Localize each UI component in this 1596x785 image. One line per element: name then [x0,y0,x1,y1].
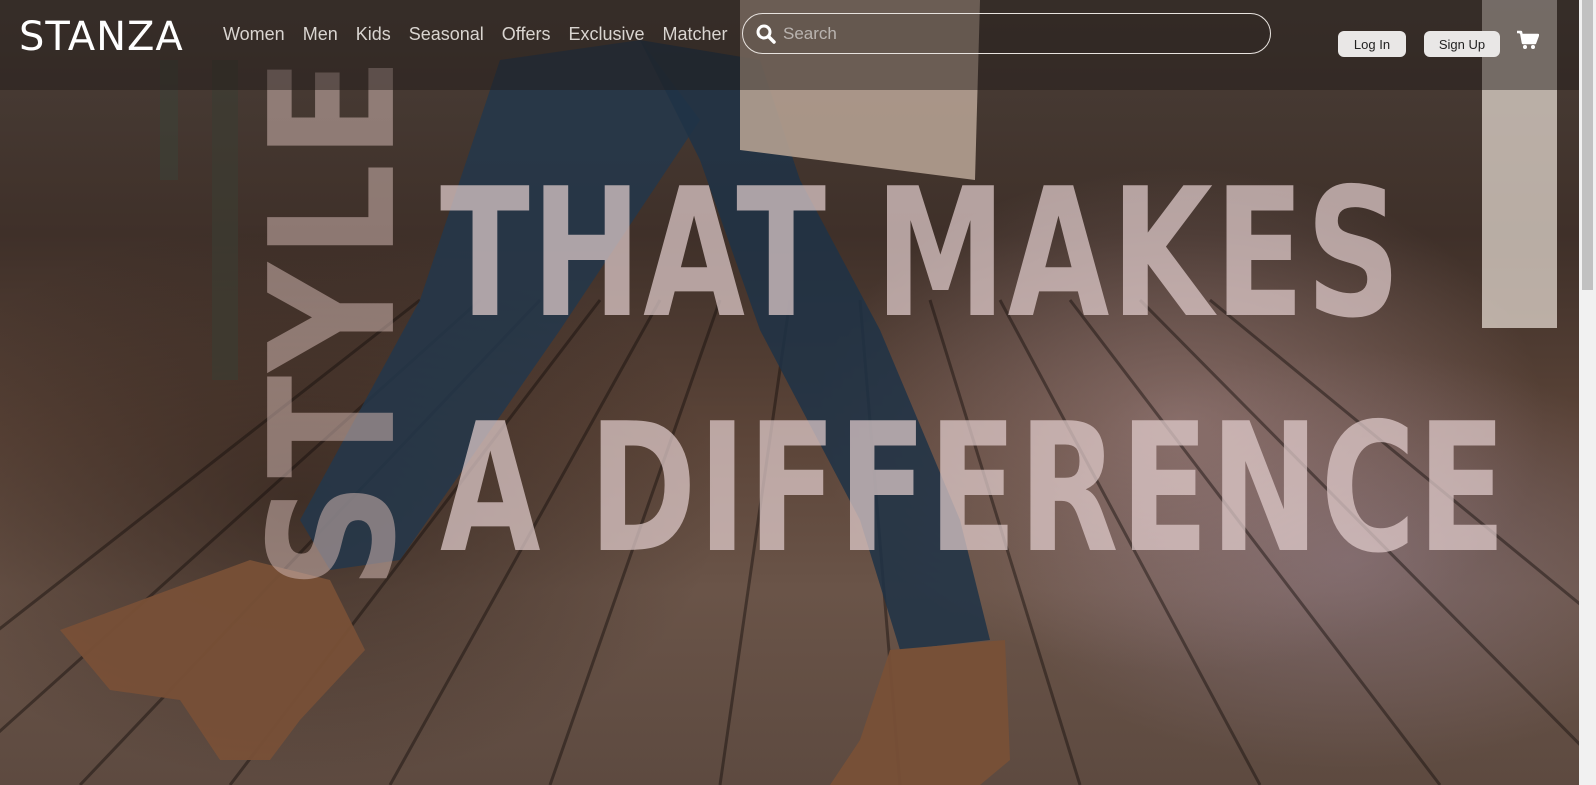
search-bar [742,13,1271,54]
nav-item-exclusive[interactable]: Exclusive [568,24,644,45]
main-nav: Women Men Kids Seasonal Offers Exclusive… [223,24,746,45]
nav-item-seasonal[interactable]: Seasonal [409,24,484,45]
nav-item-offers[interactable]: Offers [502,24,551,45]
hero-headline-vertical: STYLE [234,52,435,590]
search-icon[interactable] [756,24,776,44]
scrollbar-thumb[interactable] [1582,0,1593,290]
nav-item-women[interactable]: Women [223,24,285,45]
site-header: STANZA Women Men Kids Seasonal Offers Ex… [0,0,1579,90]
cart-icon[interactable] [1517,30,1539,50]
nav-item-kids[interactable]: Kids [356,24,391,45]
login-button[interactable]: Log In [1338,31,1406,57]
search-input[interactable] [783,20,1253,48]
nav-item-matcher[interactable]: Matcher [663,24,728,45]
hero-headline-line1: THAT MAKES [440,150,1403,357]
brand-logo[interactable]: STANZA [19,14,184,60]
hero-headline-line2: A DIFFERENCE [440,385,1508,592]
signup-button[interactable]: Sign Up [1424,31,1500,57]
nav-item-men[interactable]: Men [303,24,338,45]
